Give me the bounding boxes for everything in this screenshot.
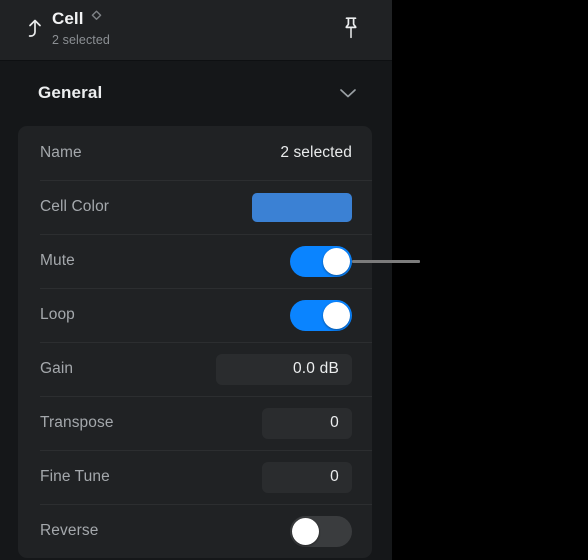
property-value-wrap xyxy=(290,245,352,277)
header-title-group: Cell 2 selected xyxy=(52,8,110,48)
gain-input[interactable]: 0.0 dB xyxy=(216,353,352,385)
selection-count-label: 2 selected xyxy=(52,33,110,47)
pin-button[interactable] xyxy=(336,14,366,46)
name-value[interactable]: 2 selected xyxy=(280,144,352,162)
property-value-wrap: 2 selected xyxy=(280,144,352,162)
property-label: Cell Color xyxy=(40,198,110,215)
property-value-wrap xyxy=(252,192,352,222)
toggle-knob xyxy=(292,517,319,545)
property-label: Name xyxy=(40,144,82,161)
properties-card: Name 2 selected Cell Color Mute Loop Gai… xyxy=(18,126,372,558)
toggle-knob xyxy=(323,301,350,329)
property-label: Reverse xyxy=(40,522,99,539)
header-title-row: Cell xyxy=(52,8,110,29)
reverse-toggle[interactable] xyxy=(290,515,352,547)
property-row-gain: Gain 0.0 dB xyxy=(18,342,372,396)
property-row-cell-color: Cell Color xyxy=(18,180,372,234)
property-value-wrap xyxy=(290,299,352,331)
diamond-stepper-icon[interactable] xyxy=(91,10,102,28)
property-row-loop: Loop xyxy=(18,288,372,342)
property-row-mute: Mute xyxy=(18,234,372,288)
fine-tune-input[interactable]: 0 xyxy=(262,461,352,493)
toggle-knob xyxy=(323,247,350,275)
mute-toggle[interactable] xyxy=(290,245,352,277)
property-label: Fine Tune xyxy=(40,468,110,485)
property-value-wrap: 0 xyxy=(262,461,352,493)
property-row-fine-tune: Fine Tune 0 xyxy=(18,450,372,504)
transpose-input[interactable]: 0 xyxy=(262,407,352,439)
pushpin-icon xyxy=(341,16,361,45)
chevron-down-icon[interactable] xyxy=(339,84,357,102)
property-label: Mute xyxy=(40,252,75,269)
property-row-transpose: Transpose 0 xyxy=(18,396,372,450)
property-value-wrap: 0 xyxy=(262,407,352,439)
inspector-panel: Cell 2 selected General Name 2 selected … xyxy=(0,0,392,560)
property-row-name: Name 2 selected xyxy=(18,126,372,180)
property-row-reverse: Reverse xyxy=(18,504,372,558)
property-label: Gain xyxy=(40,360,74,377)
section-title: General xyxy=(38,82,103,102)
loop-toggle[interactable] xyxy=(290,299,352,331)
screen-root: Cell 2 selected General Name 2 selected … xyxy=(0,0,588,560)
page-title: Cell xyxy=(52,9,84,28)
arrow-up-back-icon xyxy=(24,18,46,40)
property-value-wrap xyxy=(290,515,352,547)
annotation-leader-line xyxy=(352,260,420,263)
property-label: Transpose xyxy=(40,414,114,431)
back-button[interactable] xyxy=(20,14,50,44)
property-value-wrap: 0.0 dB xyxy=(216,353,352,385)
section-header-general[interactable]: General xyxy=(0,61,392,124)
property-label: Loop xyxy=(40,306,75,323)
panel-header: Cell 2 selected xyxy=(0,0,392,61)
cell-color-swatch[interactable] xyxy=(252,192,352,222)
